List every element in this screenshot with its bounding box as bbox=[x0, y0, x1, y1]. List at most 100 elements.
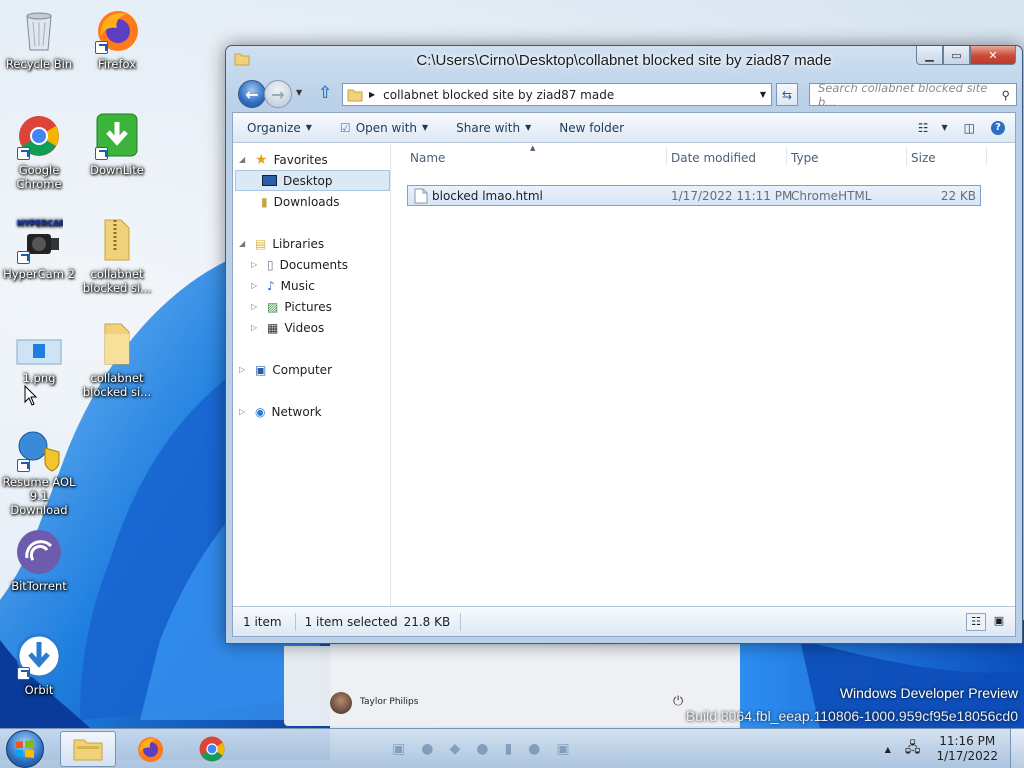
nav-item-music[interactable]: ▷ ♪ Music bbox=[251, 275, 315, 296]
svg-text:HYPERCAM: HYPERCAM bbox=[17, 219, 63, 228]
back-button[interactable]: ← bbox=[238, 80, 266, 108]
taskbar-explorer-button[interactable] bbox=[60, 731, 116, 767]
desktop-icon-orbit[interactable]: Orbit bbox=[1, 632, 77, 697]
shortcut-arrow-icon bbox=[95, 41, 108, 54]
collapsed-triangle-icon[interactable]: ▷ bbox=[251, 281, 261, 290]
file-name[interactable]: blocked lmao.html bbox=[432, 189, 543, 203]
desktop-icon-google-chrome[interactable]: Google Chrome bbox=[1, 112, 77, 191]
explorer-window[interactable]: C:\Users\Cirno\Desktop\collabnet blocked… bbox=[225, 45, 1023, 644]
column-divider[interactable] bbox=[786, 146, 787, 166]
desktop-icon-hypercam[interactable]: HYPERCAM HyperCam 2 bbox=[1, 216, 77, 281]
nav-item-pictures[interactable]: ▷ ▨ Pictures bbox=[251, 296, 332, 317]
desktop-icon-label: Google Chrome bbox=[16, 163, 62, 191]
taskbar-chrome-button[interactable] bbox=[184, 731, 240, 767]
system-tray: ▲ 🖧 11:16 PM 1/17/2022 bbox=[885, 729, 1024, 768]
start-menu-panel: Taylor Philips ⏻ bbox=[284, 646, 740, 726]
nav-item-network[interactable]: ▷ ◉ Network bbox=[239, 401, 322, 422]
clock[interactable]: 11:16 PM 1/17/2022 bbox=[936, 734, 998, 764]
breadcrumb-separator-icon[interactable]: ▶ bbox=[369, 90, 375, 99]
desktop-icon-recycle-bin[interactable]: Recycle Bin bbox=[1, 6, 77, 71]
desktop-icon-png[interactable]: 1.png bbox=[1, 320, 77, 385]
status-item-count: 1 item bbox=[243, 614, 282, 629]
recycle-bin-icon bbox=[15, 6, 63, 54]
desktop-icon-zip-folder[interactable]: collabnet blocked si... bbox=[79, 216, 155, 295]
open-with-button[interactable]: ☑ Open with ▼ bbox=[326, 113, 442, 142]
start-panel-username: Taylor Philips bbox=[360, 697, 419, 707]
up-arrow-icon[interactable]: ⇧ bbox=[318, 83, 332, 103]
address-crumb[interactable]: collabnet blocked site by ziad87 made bbox=[383, 88, 614, 102]
maximize-button[interactable]: ▭ bbox=[943, 46, 970, 65]
nav-item-desktop[interactable]: Desktop bbox=[235, 170, 390, 191]
minimize-button[interactable]: ▁ bbox=[916, 46, 943, 65]
nav-item-libraries[interactable]: ◢ ▤ Libraries bbox=[239, 233, 324, 254]
desktop-icon-label: BitTorrent bbox=[11, 579, 67, 593]
clock-time: 11:16 PM bbox=[939, 734, 996, 748]
show-desktop-button[interactable] bbox=[1010, 729, 1024, 768]
collapsed-triangle-icon[interactable]: ▷ bbox=[239, 407, 249, 416]
new-folder-button[interactable]: New folder bbox=[545, 113, 638, 142]
file-explorer-icon bbox=[73, 739, 103, 761]
user-avatar[interactable] bbox=[330, 692, 352, 714]
show-hidden-icons-icon[interactable]: ▲ bbox=[885, 745, 891, 754]
recent-pages-chevron-icon[interactable]: ▼ bbox=[296, 88, 302, 97]
status-divider bbox=[460, 612, 462, 631]
search-input[interactable]: Search collabnet blocked site b... ⚲ bbox=[809, 81, 1017, 109]
help-button[interactable]: ? bbox=[983, 113, 1015, 142]
large-icons-view-icon[interactable]: ▣ bbox=[989, 613, 1009, 631]
nav-item-computer[interactable]: ▷ ▣ Computer bbox=[239, 359, 332, 380]
column-header-date[interactable]: Date modified bbox=[671, 151, 756, 165]
address-bar[interactable]: ▶ collabnet blocked site by ziad87 made … bbox=[342, 83, 772, 106]
forward-button[interactable]: → bbox=[264, 80, 292, 108]
file-list[interactable]: Name ▲ Date modified Type Size blocked l… bbox=[392, 144, 1015, 606]
folder-icon bbox=[93, 320, 141, 368]
column-header-size[interactable]: Size bbox=[911, 151, 936, 165]
hypercam-icon: HYPERCAM bbox=[15, 216, 67, 264]
folder-address-icon bbox=[347, 89, 363, 101]
share-with-button[interactable]: Share with ▼ bbox=[442, 113, 545, 142]
downloads-folder-icon: ▮ bbox=[261, 194, 268, 209]
desktop-icon-downlite[interactable]: DownLite bbox=[79, 112, 155, 177]
details-view-icon[interactable]: ☷ bbox=[966, 612, 986, 631]
view-options-button[interactable]: ☷ ▼ bbox=[910, 113, 956, 142]
column-header-type[interactable]: Type bbox=[791, 151, 819, 165]
nav-item-videos[interactable]: ▷ ▦ Videos bbox=[251, 317, 324, 338]
desktop-icon-bittorrent[interactable]: BitTorrent bbox=[1, 528, 77, 593]
html-file-icon bbox=[414, 188, 428, 204]
network-tray-icon[interactable]: 🖧 bbox=[905, 737, 921, 761]
libraries-icon: ▤ bbox=[255, 236, 267, 251]
desktop-icon-firefox[interactable]: Firefox bbox=[79, 6, 155, 71]
collapsed-triangle-icon[interactable]: ▷ bbox=[251, 260, 261, 269]
collapsed-triangle-icon[interactable]: ▷ bbox=[239, 365, 249, 374]
desktop-icon-label: Firefox bbox=[97, 57, 137, 71]
address-dropdown-icon[interactable]: ▼ bbox=[760, 90, 766, 99]
refresh-button[interactable]: ⇆ bbox=[776, 83, 798, 106]
column-divider[interactable] bbox=[986, 146, 987, 166]
nav-label: Videos bbox=[284, 320, 325, 335]
power-icon[interactable]: ⏻ bbox=[673, 694, 683, 709]
expanded-triangle-icon[interactable]: ◢ bbox=[239, 239, 249, 248]
close-button[interactable]: ✕ bbox=[970, 46, 1016, 65]
nav-item-favorites[interactable]: ◢ ★ Favorites bbox=[239, 149, 328, 170]
desktop-icon-label: collabnet blocked si... bbox=[82, 371, 152, 399]
nav-label: Downloads bbox=[273, 194, 340, 209]
start-button[interactable] bbox=[6, 730, 44, 768]
desktop-icon-folder[interactable]: collabnet blocked si... bbox=[79, 320, 155, 399]
nav-item-downloads[interactable]: ▮ Downloads bbox=[261, 191, 340, 212]
search-icon[interactable]: ⚲ bbox=[1002, 88, 1010, 102]
column-divider[interactable] bbox=[666, 146, 667, 166]
column-divider[interactable] bbox=[906, 146, 907, 166]
preview-pane-icon: ◫ bbox=[963, 120, 975, 135]
app-icon: ● bbox=[476, 741, 489, 757]
taskbar-firefox-button[interactable] bbox=[122, 731, 178, 767]
organize-button[interactable]: Organize ▼ bbox=[233, 113, 326, 142]
downlite-icon bbox=[93, 112, 141, 160]
mouse-cursor-icon bbox=[24, 385, 38, 406]
collapsed-triangle-icon[interactable]: ▷ bbox=[251, 302, 261, 311]
preview-pane-button[interactable]: ◫ bbox=[956, 113, 983, 142]
file-row[interactable]: blocked lmao.html 1/17/2022 11:11 PM Chr… bbox=[407, 185, 981, 206]
collapsed-triangle-icon[interactable]: ▷ bbox=[251, 323, 261, 332]
desktop-icon-aol[interactable]: Resume AOL 9.1 Download bbox=[1, 424, 77, 517]
nav-item-documents[interactable]: ▷ ▯ Documents bbox=[251, 254, 348, 275]
expanded-triangle-icon[interactable]: ◢ bbox=[239, 155, 249, 164]
column-header-name[interactable]: Name bbox=[410, 151, 445, 165]
